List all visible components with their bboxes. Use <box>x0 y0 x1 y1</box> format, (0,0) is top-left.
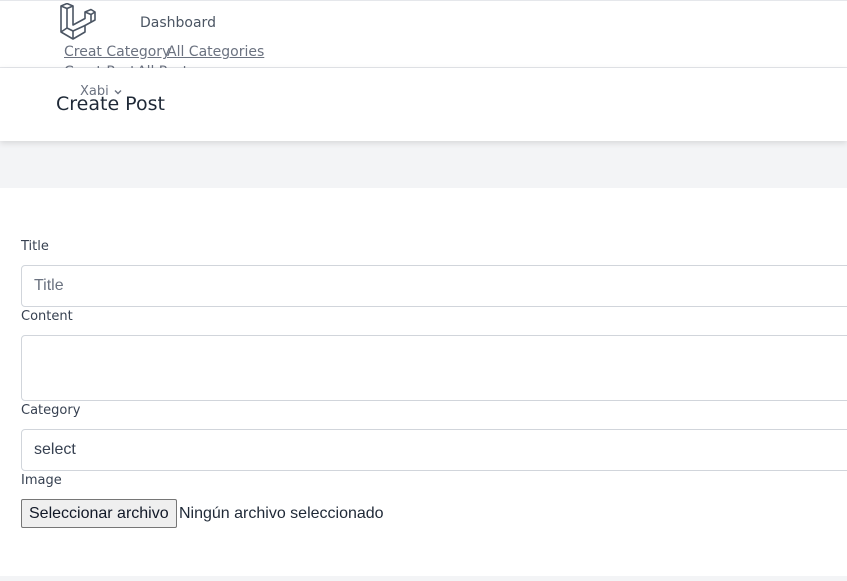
category-selected-value: select <box>34 441 76 458</box>
nav-dashboard-link[interactable]: Dashboard <box>140 15 216 31</box>
title-label: Title <box>21 239 49 254</box>
nav-create-category-link[interactable]: Creat Category <box>64 44 170 60</box>
user-dropdown[interactable]: Xabi <box>80 84 123 99</box>
category-label: Category <box>21 403 81 418</box>
file-status-text: Ningún archivo seleccionado <box>179 505 384 522</box>
chevron-down-icon <box>114 89 122 94</box>
category-select[interactable]: select <box>21 429 847 471</box>
user-name: Xabi <box>80 84 109 99</box>
content-label: Content <box>21 309 73 324</box>
laravel-logo-icon[interactable] <box>58 3 96 41</box>
title-input[interactable] <box>21 265 847 307</box>
content-textarea[interactable] <box>21 335 847 401</box>
image-label: Image <box>21 473 62 488</box>
nav-all-categories-link[interactable]: All Categories <box>167 44 264 60</box>
choose-file-button[interactable]: Seleccionar archivo <box>21 499 177 528</box>
